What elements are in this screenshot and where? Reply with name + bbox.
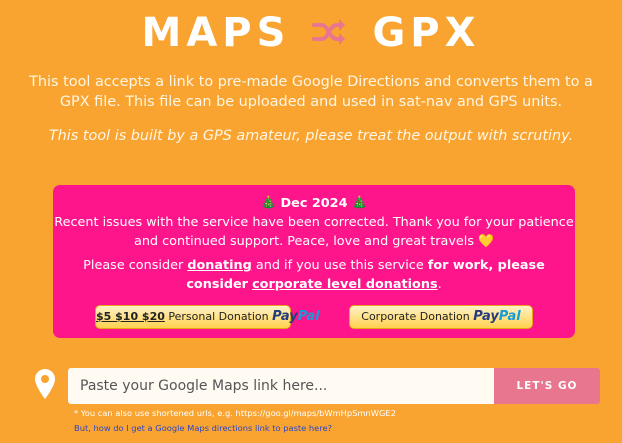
shuffle-icon [312, 10, 346, 56]
notice-message-line: Recent issues with the service have been… [53, 213, 575, 251]
donation-buttons: $5 $10 $20 Personal Donation PayPal Corp… [53, 305, 575, 329]
title-maps: MAPS [141, 10, 291, 56]
maps-link-input[interactable] [68, 368, 494, 404]
paypal-logo: PayPal [473, 309, 521, 324]
corporate-donation-label: Corporate Donation [361, 310, 470, 323]
heart-icon: 💛 [478, 234, 494, 249]
disclaimer-text: This tool is built by a GPS amateur, ple… [48, 128, 574, 144]
shortened-url-hint: * You can also use shortened urls, e.g. … [74, 408, 396, 418]
title-gpx: GPX [372, 10, 481, 56]
map-pin-icon [35, 369, 55, 403]
corporate-donations-link[interactable]: corporate level donations [252, 277, 438, 292]
intro-description: This tool accepts a link to pre-made Goo… [29, 74, 593, 110]
donate-period: . [437, 277, 442, 292]
notice-box: 🎄 Dec 2024 🎄 Recent issues with the serv… [53, 185, 575, 338]
notice-message: Recent issues with the service have been… [54, 215, 574, 249]
tree-icon: 🎄 [351, 196, 368, 211]
personal-donation-label: Personal Donation [168, 310, 269, 323]
notice-date-line: 🎄 Dec 2024 🎄 [53, 194, 575, 213]
donate-prefix: Please consider [83, 258, 184, 273]
paypal-logo: PayPal [272, 309, 320, 324]
lets-go-button[interactable]: LET'S GO [494, 368, 600, 404]
corporate-donation-button[interactable]: Corporate Donation PayPal [349, 305, 533, 329]
directions-help-link[interactable]: But, how do I get a Google Maps directio… [74, 423, 332, 433]
notice-donate-line: Please consider donating and if you use … [53, 256, 575, 294]
notice-date: Dec 2024 [280, 196, 348, 211]
donate-middle: and if you use this service [255, 258, 424, 273]
donation-amounts: $5 $10 $20 [96, 310, 165, 323]
personal-donation-button[interactable]: $5 $10 $20 Personal Donation PayPal [95, 305, 320, 329]
donating-link[interactable]: donating [187, 258, 251, 273]
tree-icon: 🎄 [260, 196, 277, 211]
page-title: MAPS GPX [0, 8, 622, 56]
